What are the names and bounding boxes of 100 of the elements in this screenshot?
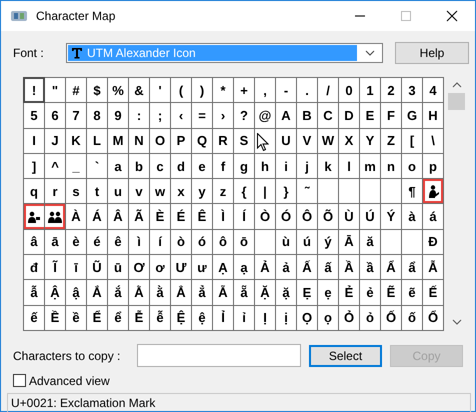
character-cell[interactable]: } — [276, 179, 296, 204]
character-cell[interactable]: ò — [171, 230, 191, 254]
character-cell[interactable]: K — [66, 128, 86, 153]
character-cell[interactable]: ' — [150, 78, 170, 102]
character-cell[interactable] — [45, 204, 65, 229]
character-cell[interactable]: X — [339, 128, 359, 153]
character-cell[interactable]: ˜ — [297, 179, 317, 204]
character-cell[interactable]: { — [234, 179, 254, 204]
character-cell[interactable] — [381, 179, 401, 204]
character-cell[interactable]: $ — [87, 78, 107, 102]
character-cell[interactable]: * — [213, 78, 233, 102]
character-cell[interactable] — [318, 179, 338, 204]
character-cell[interactable]: Ặ — [255, 280, 275, 305]
character-cell[interactable]: Ơ — [129, 255, 149, 280]
character-cell[interactable]: g — [234, 154, 254, 178]
character-cell[interactable]: B — [297, 103, 317, 128]
character-cell[interactable]: Ẹ — [297, 280, 317, 305]
character-cell[interactable]: % — [108, 78, 128, 102]
character-cell[interactable]: : — [129, 103, 149, 128]
character-cell[interactable]: á — [423, 204, 443, 229]
character-cell[interactable]: Ị — [255, 306, 275, 330]
character-cell[interactable]: U — [276, 128, 296, 153]
character-cell[interactable]: Ẳ — [171, 280, 191, 305]
character-cell[interactable]: ẩ — [402, 255, 422, 280]
character-cell[interactable]: D — [339, 103, 359, 128]
character-cell[interactable]: ẫ — [24, 280, 44, 305]
character-cell[interactable]: ặ — [276, 280, 296, 305]
character-cell[interactable]: ō — [234, 230, 254, 254]
character-cell[interactable]: N — [129, 128, 149, 153]
character-cell[interactable]: ī — [66, 255, 86, 280]
character-cell[interactable]: H — [423, 103, 443, 128]
character-cell[interactable]: 2 — [381, 78, 401, 102]
character-cell[interactable] — [24, 204, 44, 229]
character-cell[interactable]: 1 — [360, 78, 380, 102]
character-cell[interactable]: r — [45, 179, 65, 204]
character-cell[interactable]: ; — [150, 103, 170, 128]
character-cell[interactable]: Ì — [213, 204, 233, 229]
character-cell[interactable]: ễ — [150, 306, 170, 330]
character-cell[interactable]: # — [66, 78, 86, 102]
character-cell[interactable]: ơ — [150, 255, 170, 280]
character-cell[interactable]: Ũ — [87, 255, 107, 280]
character-cell[interactable]: ă — [360, 230, 380, 254]
help-button[interactable]: Help — [395, 42, 469, 64]
character-cell[interactable]: è — [66, 230, 86, 254]
character-cell[interactable]: , — [255, 78, 275, 102]
character-cell[interactable]: Ý — [381, 204, 401, 229]
character-cell[interactable] — [255, 128, 275, 153]
character-cell[interactable]: ằ — [150, 280, 170, 305]
character-cell[interactable]: Ọ — [297, 306, 317, 330]
character-cell[interactable]: 0 — [339, 78, 359, 102]
character-cell[interactable]: . — [297, 78, 317, 102]
character-cell[interactable]: Z — [381, 128, 401, 153]
character-cell[interactable]: â — [24, 230, 44, 254]
scroll-down-icon[interactable] — [452, 319, 462, 325]
character-cell[interactable]: M — [108, 128, 128, 153]
character-cell[interactable]: ) — [192, 78, 212, 102]
character-cell[interactable]: Ố — [381, 306, 401, 330]
character-cell[interactable]: ả — [276, 255, 296, 280]
character-cell[interactable]: C — [318, 103, 338, 128]
character-cell[interactable]: n — [381, 154, 401, 178]
character-cell[interactable]: Õ — [318, 204, 338, 229]
character-cell[interactable]: = — [192, 103, 212, 128]
character-cell[interactable]: w — [150, 179, 170, 204]
character-cell[interactable]: É — [171, 204, 191, 229]
character-cell[interactable]: S — [234, 128, 254, 153]
character-cell[interactable]: Í — [234, 204, 254, 229]
character-cell[interactable]: Ằ — [129, 280, 149, 305]
character-cell[interactable]: v — [129, 179, 149, 204]
character-cell[interactable]: ỉ — [234, 306, 254, 330]
character-cell[interactable]: L — [87, 128, 107, 153]
character-cell[interactable]: ệ — [192, 306, 212, 330]
character-cell[interactable]: ū — [108, 255, 128, 280]
character-cell[interactable]: Ả — [255, 255, 275, 280]
character-cell[interactable]: G — [402, 103, 422, 128]
character-cell[interactable]: Ẽ — [381, 280, 401, 305]
character-cell[interactable]: ẹ — [318, 280, 338, 305]
character-cell[interactable]: / — [318, 78, 338, 102]
character-cell[interactable]: Y — [360, 128, 380, 153]
character-cell[interactable]: f — [213, 154, 233, 178]
character-cell[interactable]: ầ — [360, 255, 380, 280]
character-cell[interactable]: À — [66, 204, 86, 229]
character-cell[interactable]: Ỉ — [213, 306, 233, 330]
character-cell[interactable]: J — [45, 128, 65, 153]
character-cell[interactable]: ẳ — [192, 280, 212, 305]
character-cell[interactable]: ắ — [108, 280, 128, 305]
character-cell[interactable]: Ẫ — [423, 255, 443, 280]
character-cell[interactable]: ư — [192, 255, 212, 280]
character-cell[interactable]: ẵ — [234, 280, 254, 305]
character-cell[interactable]: m — [360, 154, 380, 178]
character-cell[interactable]: + — [234, 78, 254, 102]
character-cell[interactable]: Ù — [339, 204, 359, 229]
character-cell[interactable]: ý — [318, 230, 338, 254]
character-cell[interactable]: ì — [129, 230, 149, 254]
character-cell[interactable]: 7 — [66, 103, 86, 128]
character-cell[interactable]: Ế — [423, 280, 443, 305]
character-cell[interactable]: ể — [108, 306, 128, 330]
character-cell[interactable]: \ — [423, 128, 443, 153]
character-cell[interactable]: ê — [108, 230, 128, 254]
character-cell[interactable]: é — [87, 230, 107, 254]
character-cell[interactable]: Ắ — [87, 280, 107, 305]
